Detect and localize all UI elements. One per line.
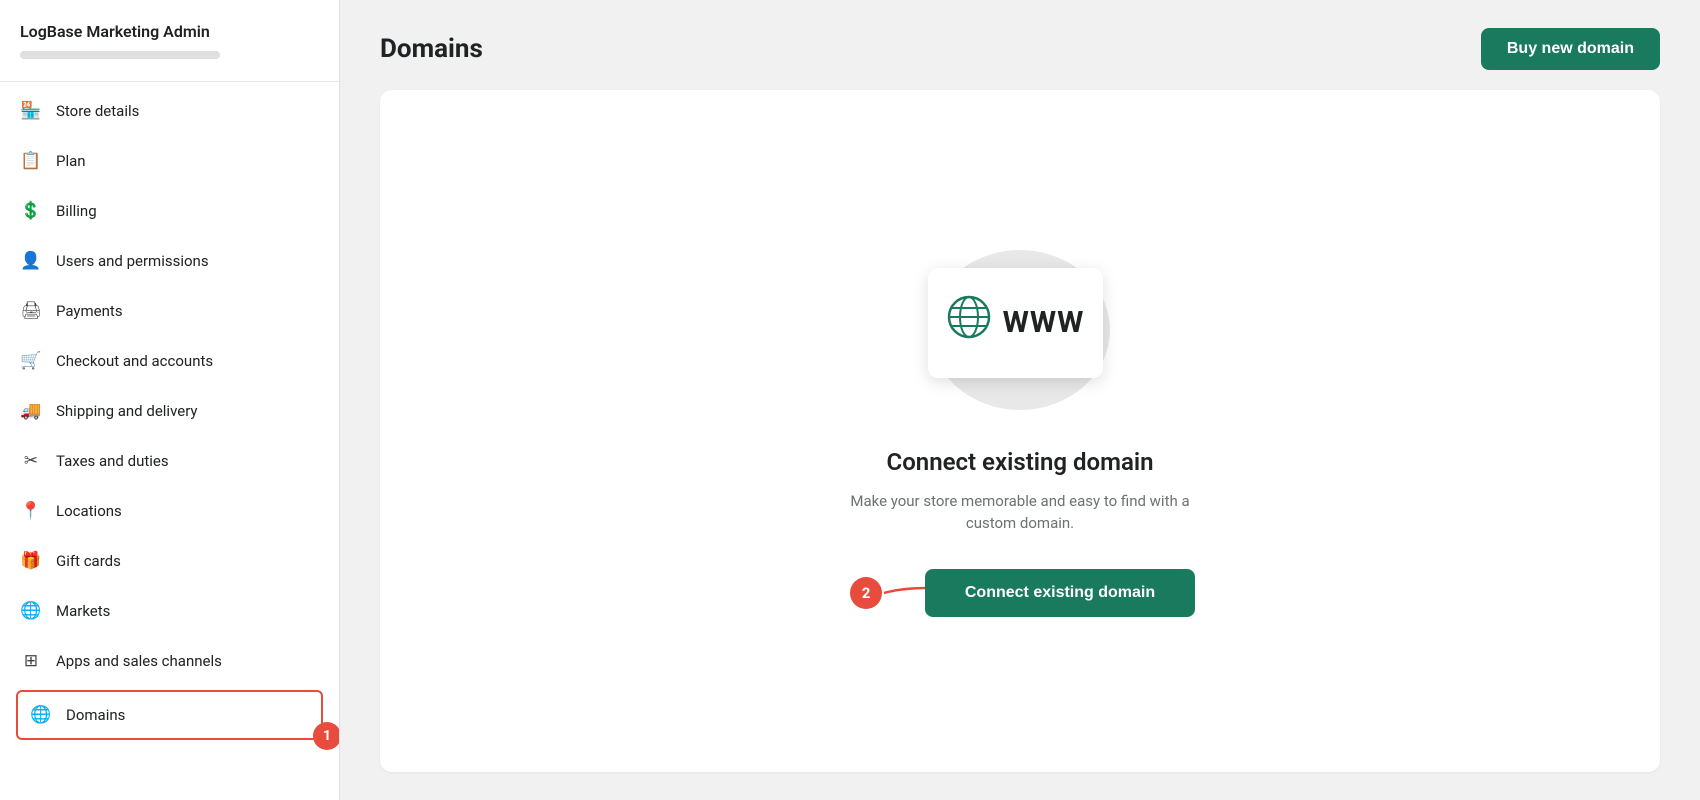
sidebar-item-payments[interactable]: 🖨 Payments (0, 286, 339, 336)
sidebar-header: LogBase Marketing Admin (0, 0, 339, 77)
sidebar-item-label-taxes: Taxes and duties (56, 452, 169, 470)
sidebar-item-label-apps: Apps and sales channels (56, 652, 222, 670)
main-content: Domains Buy new domain WWW Connect (340, 0, 1700, 800)
store-details-icon: 🏪 (20, 100, 42, 122)
store-name: LogBase Marketing Admin (20, 22, 319, 41)
sidebar-item-label-locations: Locations (56, 502, 122, 520)
buy-new-domain-button[interactable]: Buy new domain (1481, 28, 1660, 70)
sidebar-item-checkout[interactable]: 🛒 Checkout and accounts (0, 336, 339, 386)
sidebar-item-domains[interactable]: 🌐 Domains (16, 690, 323, 740)
domains-card: WWW Connect existing domain Make your st… (380, 90, 1660, 772)
sidebar-item-billing[interactable]: 💲 Billing (0, 186, 339, 236)
sidebar-item-users-permissions[interactable]: 👤 Users and permissions (0, 236, 339, 286)
sidebar-item-label-plan: Plan (56, 152, 86, 170)
sidebar-divider-top (0, 81, 339, 82)
sidebar-search-bar (20, 51, 220, 59)
gift-cards-icon: 🎁 (20, 550, 42, 572)
sidebar: LogBase Marketing Admin 🏪 Store details … (0, 0, 340, 800)
taxes-icon: ✂ (20, 450, 42, 472)
sidebar-item-plan[interactable]: 📋 Plan (0, 136, 339, 186)
page-title: Domains (380, 34, 483, 64)
main-header: Domains Buy new domain (380, 28, 1660, 70)
www-illustration: WWW (910, 240, 1130, 420)
connect-existing-domain-button[interactable]: Connect existing domain (925, 569, 1195, 617)
payments-icon: 🖨 (20, 300, 42, 322)
users-icon: 👤 (20, 250, 42, 272)
checkout-icon: 🛒 (20, 350, 42, 372)
sidebar-item-taxes[interactable]: ✂ Taxes and duties (0, 436, 339, 486)
sidebar-item-label-payments: Payments (56, 302, 123, 320)
sidebar-item-label-users: Users and permissions (56, 252, 209, 270)
connect-action-area: 2 Connect existing domain (770, 563, 1270, 623)
connect-desc-text: Make your store memorable and easy to fi… (850, 490, 1190, 535)
connect-existing-domain-title: Connect existing domain (887, 448, 1154, 476)
apps-icon: ⊞ (20, 650, 42, 672)
sidebar-item-gift-cards[interactable]: 🎁 Gift cards (0, 536, 339, 586)
plan-icon: 📋 (20, 150, 42, 172)
sidebar-item-store-details[interactable]: 🏪 Store details (0, 86, 339, 136)
sidebar-item-label-gift-cards: Gift cards (56, 552, 121, 570)
domains-icon: 🌐 (30, 704, 52, 726)
sidebar-item-markets[interactable]: 🌐 Markets (0, 586, 339, 636)
billing-icon: 💲 (20, 200, 42, 222)
www-label: WWW (1003, 305, 1085, 340)
sidebar-item-label-store-details: Store details (56, 102, 139, 120)
shipping-icon: 🚚 (20, 400, 42, 422)
sidebar-item-apps[interactable]: ⊞ Apps and sales channels (0, 636, 339, 686)
sidebar-item-locations[interactable]: 📍 Locations (0, 486, 339, 536)
globe-icon (947, 295, 991, 350)
sidebar-item-label-billing: Billing (56, 202, 97, 220)
markets-icon: 🌐 (20, 600, 42, 622)
sidebar-item-label-shipping: Shipping and delivery (56, 402, 198, 420)
sidebar-item-label-domains: Domains (66, 706, 125, 724)
sidebar-item-label-markets: Markets (56, 602, 110, 620)
sidebar-item-shipping[interactable]: 🚚 Shipping and delivery (0, 386, 339, 436)
annotation-badge-2: 2 (850, 577, 882, 609)
sidebar-item-label-checkout: Checkout and accounts (56, 352, 213, 370)
annotation-badge-1: 1 (313, 722, 340, 750)
locations-icon: 📍 (20, 500, 42, 522)
www-card: WWW (928, 268, 1103, 378)
